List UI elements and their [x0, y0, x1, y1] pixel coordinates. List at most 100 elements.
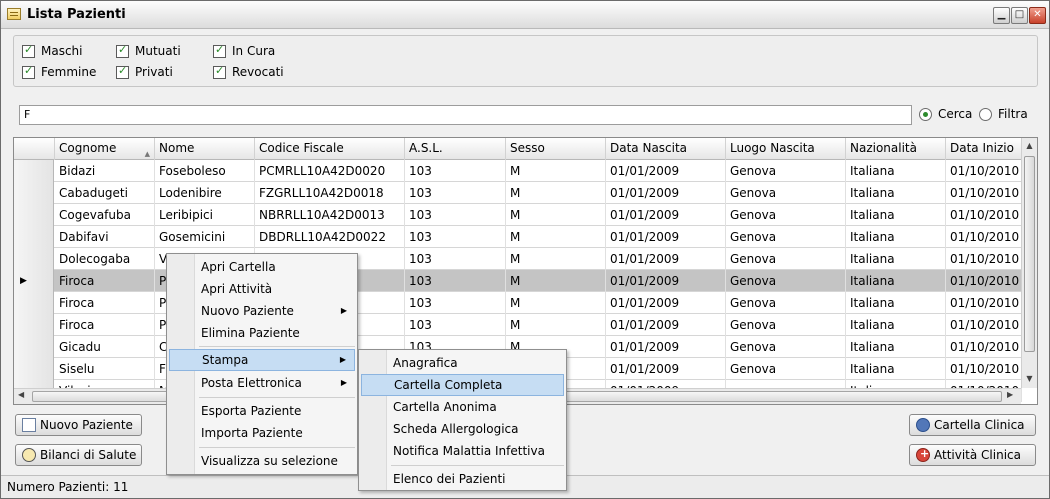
row-header[interactable]: [14, 358, 54, 380]
table-cell[interactable]: Dolecogaba: [55, 248, 155, 270]
table-cell[interactable]: Italiana: [846, 160, 946, 182]
table-cell[interactable]: 103: [405, 292, 506, 314]
table-cell[interactable]: Cogevafuba: [55, 204, 155, 226]
clinical-activity-button[interactable]: Attività Clinica: [909, 444, 1036, 466]
table-cell[interactable]: Leribipici: [155, 204, 255, 226]
table-cell[interactable]: FZGRLL10A42D0018: [255, 182, 405, 204]
table-cell[interactable]: Italiana: [846, 336, 946, 358]
menu-item-visualizza-selezione[interactable]: Visualizza su selezione: [169, 450, 355, 472]
table-cell[interactable]: NBRRLL10A42D0013: [255, 204, 405, 226]
checkbox-checked-icon[interactable]: [213, 64, 226, 79]
menu-item-apri-attivita[interactable]: Apri Attività: [169, 278, 355, 300]
search-input[interactable]: F: [19, 105, 912, 125]
table-cell[interactable]: 103: [405, 204, 506, 226]
table-cell[interactable]: Genova: [726, 204, 846, 226]
table-cell[interactable]: Genova: [726, 182, 846, 204]
table-cell[interactable]: Genova: [726, 160, 846, 182]
column-header[interactable]: Sesso: [506, 138, 606, 160]
checkbox-checked-icon[interactable]: [22, 64, 35, 79]
column-header[interactable]: Cognome ▲: [55, 138, 155, 160]
table-cell[interactable]: 103: [405, 314, 506, 336]
table-cell[interactable]: M: [506, 160, 606, 182]
table-cell[interactable]: 01/10/2010: [946, 314, 1022, 336]
table-cell[interactable]: 01/01/2009: [606, 182, 726, 204]
filter-maschi[interactable]: Maschi: [22, 43, 83, 58]
checkbox-checked-icon[interactable]: [116, 43, 129, 58]
scroll-down-icon[interactable]: ▼: [1024, 374, 1035, 383]
table-row[interactable]: Cogevafuba Leribipici NBRRLL10A42D0013 103 M…: [14, 204, 1022, 226]
close-button[interactable]: ✕: [1029, 7, 1046, 24]
table-cell[interactable]: Cabadugeti: [55, 182, 155, 204]
menu-item-elimina-paziente[interactable]: Elimina Paziente: [169, 322, 355, 344]
table-cell[interactable]: Firoca: [55, 314, 155, 336]
table-cell[interactable]: 01/10/2010: [946, 336, 1022, 358]
table-cell[interactable]: Italiana: [846, 204, 946, 226]
row-header[interactable]: [14, 314, 54, 336]
menu-item-stampa[interactable]: Stampa ▶: [169, 349, 355, 371]
row-header[interactable]: [14, 160, 54, 182]
column-header[interactable]: A.S.L.: [405, 138, 506, 160]
table-cell[interactable]: Dabifavi: [55, 226, 155, 248]
menu-item-anagrafica[interactable]: Anagrafica: [361, 352, 564, 374]
scroll-thumb[interactable]: [1024, 156, 1035, 352]
table-cell[interactable]: 01/10/2010: [946, 226, 1022, 248]
table-cell[interactable]: Italiana: [846, 314, 946, 336]
filter-revocati[interactable]: Revocati: [213, 64, 284, 79]
table-cell[interactable]: Italiana: [846, 182, 946, 204]
radio-cerca[interactable]: Cerca: [919, 107, 972, 121]
table-cell[interactable]: M: [506, 204, 606, 226]
table-cell[interactable]: 01/01/2009: [606, 248, 726, 270]
scroll-up-icon[interactable]: ▲: [1024, 141, 1035, 150]
table-cell[interactable]: 01/01/2009: [606, 226, 726, 248]
checkbox-checked-icon[interactable]: [116, 64, 129, 79]
menu-item-importa-paziente[interactable]: Importa Paziente: [169, 422, 355, 444]
table-cell[interactable]: Genova: [726, 270, 846, 292]
table-cell[interactable]: 01/01/2009: [606, 160, 726, 182]
table-cell[interactable]: 103: [405, 226, 506, 248]
vertical-scrollbar[interactable]: ▲ ▼: [1021, 138, 1037, 388]
table-cell[interactable]: Lodenibire: [155, 182, 255, 204]
column-header[interactable]: Nazionalità: [846, 138, 946, 160]
menu-item-apri-cartella[interactable]: Apri Cartella: [169, 256, 355, 278]
checkbox-checked-icon[interactable]: [213, 43, 226, 58]
table-cell[interactable]: 01/01/2009: [606, 292, 726, 314]
row-header[interactable]: [14, 204, 54, 226]
minimize-button[interactable]: ▁: [993, 7, 1010, 24]
table-cell[interactable]: Genova: [726, 358, 846, 380]
table-cell[interactable]: 103: [405, 182, 506, 204]
table-cell[interactable]: Gosemicini: [155, 226, 255, 248]
clinical-record-button[interactable]: Cartella Clinica: [909, 414, 1036, 436]
table-row[interactable]: Dabifavi Gosemicini DBDRLL10A42D0022 103 M 01…: [14, 226, 1022, 248]
filter-privati[interactable]: Privati: [116, 64, 173, 79]
table-cell[interactable]: M: [506, 292, 606, 314]
row-header[interactable]: [14, 292, 54, 314]
table-row[interactable]: Cabadugeti Lodenibire FZGRLL10A42D0018 103 M…: [14, 182, 1022, 204]
table-cell[interactable]: Siselu: [55, 358, 155, 380]
table-cell[interactable]: Genova: [726, 336, 846, 358]
table-cell[interactable]: 103: [405, 248, 506, 270]
checkbox-checked-icon[interactable]: [22, 43, 35, 58]
table-cell[interactable]: M: [506, 314, 606, 336]
table-cell[interactable]: Italiana: [846, 292, 946, 314]
menu-item-nuovo-paziente[interactable]: Nuovo Paziente ▶: [169, 300, 355, 322]
menu-item-esporta-paziente[interactable]: Esporta Paziente: [169, 400, 355, 422]
table-cell[interactable]: 103: [405, 160, 506, 182]
row-header[interactable]: [14, 182, 54, 204]
filter-in-cura[interactable]: In Cura: [213, 43, 275, 58]
row-header[interactable]: [14, 248, 54, 270]
table-cell[interactable]: 01/01/2009: [606, 270, 726, 292]
table-cell[interactable]: Genova: [726, 292, 846, 314]
table-cell[interactable]: 103: [405, 270, 506, 292]
radio-filtra[interactable]: Filtra: [979, 107, 1028, 121]
menu-item-cartella-anonima[interactable]: Cartella Anonima: [361, 396, 564, 418]
table-cell[interactable]: Italiana: [846, 248, 946, 270]
menu-item-scheda-allergologica[interactable]: Scheda Allergologica: [361, 418, 564, 440]
table-cell[interactable]: M: [506, 182, 606, 204]
table-cell[interactable]: 01/01/2009: [606, 336, 726, 358]
table-cell[interactable]: Firoca: [55, 292, 155, 314]
new-patient-button[interactable]: Nuovo Paziente: [15, 414, 142, 436]
menu-item-posta-elettronica[interactable]: Posta Elettronica ▶: [169, 372, 355, 394]
menu-item-cartella-completa[interactable]: Cartella Completa: [361, 374, 564, 396]
table-cell[interactable]: DBDRLL10A42D0022: [255, 226, 405, 248]
table-cell[interactable]: Genova: [726, 314, 846, 336]
